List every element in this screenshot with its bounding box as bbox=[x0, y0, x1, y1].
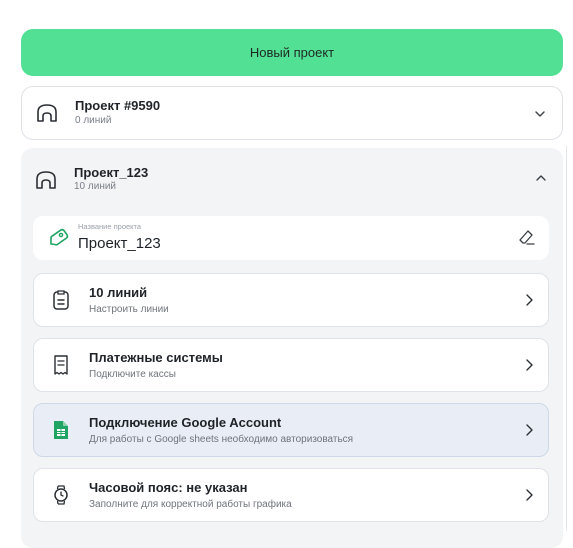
row-title: Платежные системы bbox=[89, 350, 223, 365]
row-subtitle: Настроить линии bbox=[89, 304, 169, 315]
scrollbar[interactable] bbox=[566, 146, 567, 531]
clipboard-icon bbox=[53, 290, 69, 310]
project-title: Проект #9590 bbox=[75, 98, 161, 113]
tag-icon bbox=[50, 228, 69, 246]
row-title: 10 линий bbox=[89, 285, 148, 300]
project-name-field[interactable]: Название проекта Проект_123 bbox=[33, 216, 549, 260]
project-lines-count: 0 линий bbox=[75, 115, 112, 126]
google-sheets-icon bbox=[54, 421, 68, 439]
row-title: Подключение Google Account bbox=[89, 415, 282, 430]
row-title: Часовой пояс: не указан bbox=[89, 480, 248, 495]
row-subtitle: Для работы с Google sheets необходимо ав… bbox=[89, 434, 354, 445]
payment-systems-row[interactable]: Платежные системы Подключите кассы bbox=[33, 338, 549, 392]
row-subtitle: Заполните для корректной работы графика bbox=[89, 499, 292, 510]
new-project-button[interactable]: Новый проект bbox=[21, 29, 563, 76]
google-account-row[interactable]: Подключение Google Account Для работы с … bbox=[33, 403, 549, 457]
timezone-row[interactable]: Часовой пояс: не указан Заполните для ко… bbox=[33, 468, 549, 522]
house-icon bbox=[36, 171, 56, 189]
chevron-up-icon[interactable] bbox=[535, 172, 547, 184]
lines-settings-row[interactable]: 10 линий Настроить линии bbox=[33, 273, 549, 327]
project-title: Проект_123 bbox=[74, 165, 149, 180]
receipt-icon bbox=[54, 355, 68, 375]
chevron-down-icon[interactable] bbox=[534, 108, 546, 120]
project-lines-count: 10 линий bbox=[74, 181, 117, 192]
row-subtitle: Подключите кассы bbox=[89, 369, 176, 380]
chevron-right-icon bbox=[526, 359, 533, 371]
chevron-right-icon bbox=[526, 424, 533, 436]
project-card-9590[interactable]: Проект #9590 0 линий bbox=[21, 86, 563, 140]
watch-icon bbox=[54, 485, 68, 505]
chevron-right-icon bbox=[526, 294, 533, 306]
project-card-123: Проект_123 10 линий Название проекта Про… bbox=[21, 148, 563, 548]
house-icon bbox=[37, 104, 57, 122]
project-name-label: Название проекта bbox=[78, 222, 142, 231]
chevron-right-icon bbox=[526, 489, 533, 501]
eraser-edit-icon[interactable] bbox=[517, 228, 537, 248]
project-name-value[interactable]: Проект_123 bbox=[78, 235, 161, 252]
